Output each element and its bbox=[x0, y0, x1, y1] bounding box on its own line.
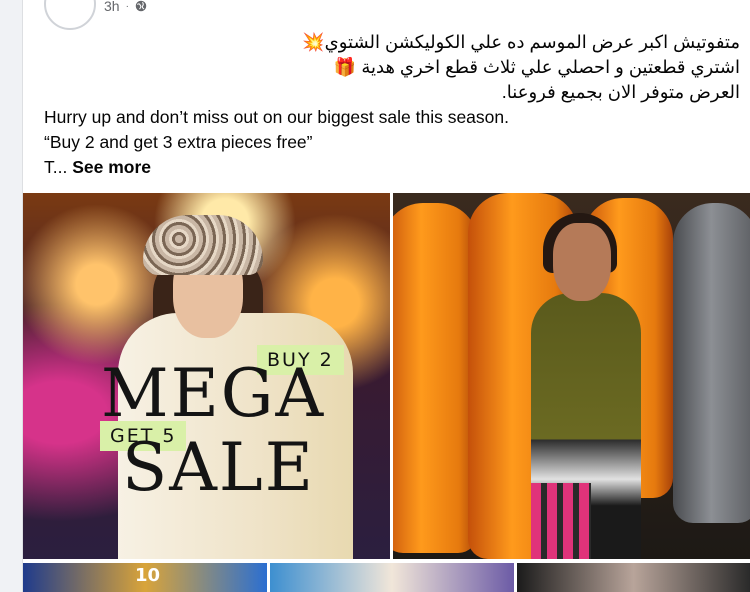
post-timestamp[interactable]: 3h bbox=[104, 0, 120, 14]
post-meta: 3h · bbox=[104, 0, 147, 15]
post-line-ar-1: متفوتيش اكبر عرض الموسم ده علي الكوليكشن… bbox=[302, 32, 740, 52]
post-message: متفوتيش اكبر عرض الموسم ده علي الكوليكشن… bbox=[44, 30, 740, 180]
model-hat bbox=[143, 215, 263, 275]
truncated-text: T... bbox=[44, 157, 73, 177]
photo-mega-sale[interactable]: BUY 2 MEGA GET 5 SALE bbox=[23, 193, 390, 559]
post-line-en-1: Hurry up and don’t miss out on our bigge… bbox=[44, 107, 509, 127]
photo-thumb-3[interactable] bbox=[517, 563, 750, 592]
orange-pod-left bbox=[393, 203, 478, 553]
cardigan-stripes bbox=[531, 483, 591, 559]
sale-headline: SALE bbox=[122, 429, 315, 506]
post-line-ar-3: العرض متوفر الان بجميع فروعنا. bbox=[501, 82, 740, 102]
photo-thumb-1[interactable]: 10 bbox=[23, 563, 267, 592]
mega-headline: MEGA bbox=[101, 355, 326, 432]
see-more-link[interactable]: See more bbox=[72, 157, 151, 177]
post-line-en-2: “Buy 2 and get 3 extra pieces free” bbox=[44, 132, 313, 152]
photo-thumb-2[interactable] bbox=[270, 563, 514, 592]
model-face bbox=[553, 223, 611, 301]
globe-icon[interactable] bbox=[135, 0, 147, 12]
meta-separator: · bbox=[125, 0, 129, 12]
post-line-truncated: T... See more bbox=[44, 155, 740, 180]
grey-pod bbox=[673, 203, 750, 523]
photo-model-orange-pods[interactable] bbox=[393, 193, 750, 559]
thumb-number: 10 bbox=[135, 565, 161, 586]
post-line-ar-2: اشتري قطعتين و احصلي علي ثلاث قطع اخري ه… bbox=[333, 57, 740, 77]
